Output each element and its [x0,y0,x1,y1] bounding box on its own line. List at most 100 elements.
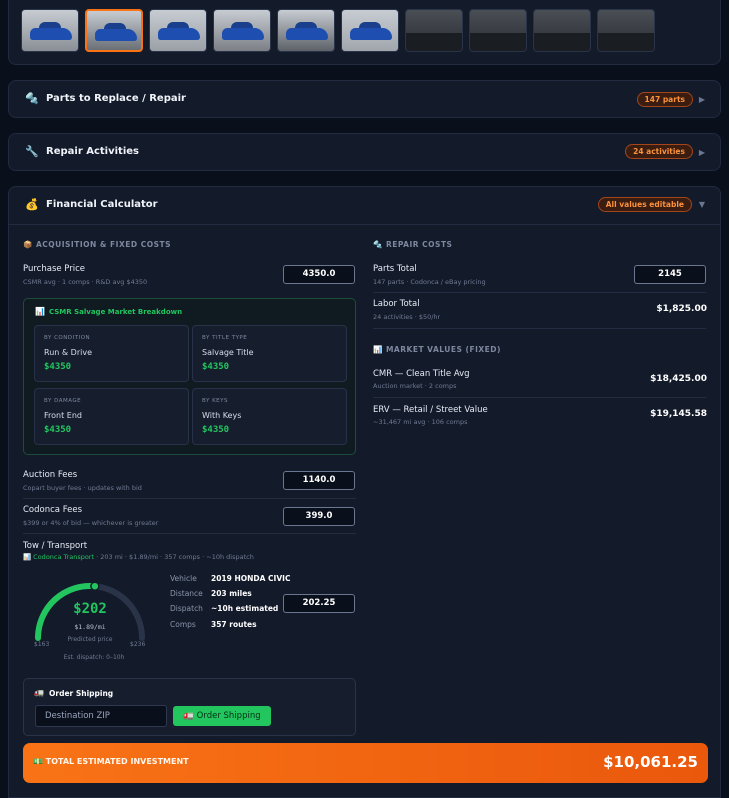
csmr-title: CSMR Salvage Market Breakdown [49,308,183,316]
order-shipping-button[interactable]: 🚛 Order Shipping [173,706,271,726]
chart-icon: 📊 [373,345,383,354]
truck-icon: 🚛 [183,711,194,721]
repair-activities-section-header[interactable]: 🔧 Repair Activities 24 activities ▶ [8,133,721,171]
detail-distance-value: 203 miles [211,589,252,598]
money-bag-icon: 💰 [25,198,39,211]
predicted-caption: Predicted price [67,636,113,643]
car-photo-10[interactable] [597,9,655,52]
detail-vehicle-key: Vehicle [170,574,197,583]
labor-total-sub: 24 activities · $50/hr [373,313,441,321]
activities-count-badge: 24 activities [625,144,693,159]
detail-dispatch-value: ~10h estimated [211,604,279,613]
financial-calculator-header[interactable]: 💰 Financial Calculator All values editab… [9,187,720,224]
cell-price: $4350 [202,425,230,435]
car-photo-7[interactable] [405,9,463,52]
car-photo-6[interactable] [341,9,399,52]
parts-total-input[interactable]: 2145 [634,265,706,284]
cash-icon: 💵 [33,757,43,766]
repair-costs-heading: 🔩 REPAIR COSTS [373,240,453,249]
divider [23,533,356,534]
gauge-max: $236 [130,641,146,648]
parts-total-sub: 147 parts · Codonca / eBay pricing [373,278,486,286]
codonca-fees-input[interactable]: 399.0 [283,507,355,526]
car-photo-9[interactable] [533,9,591,52]
divider [373,328,706,329]
total-value: $10,061.25 [603,753,698,771]
dispatch-estimate: Est. dispatch: 0–10h [63,654,125,661]
gauge-min: $163 [34,641,50,648]
detail-comps-value: 357 routes [211,620,257,629]
section-title: Parts to Replace / Repair [46,93,186,104]
csmr-breakdown: 📊 CSMR Salvage Market Breakdown BY CONDI… [23,298,356,455]
box-icon: 📦 [23,240,33,249]
divider [373,292,706,293]
labor-total-label: Labor Total [373,299,420,309]
car-photo-8[interactable] [469,9,527,52]
car-photo-1[interactable] [21,9,79,52]
section-title: Financial Calculator [46,199,158,210]
expand-arrow-icon[interactable]: ▶ [699,148,705,157]
parts-section-header[interactable]: 🔩 Parts to Replace / Repair 147 parts ▶ [8,80,721,118]
cell-key: BY DAMAGE [44,398,82,404]
car-photo-5[interactable] [277,9,335,52]
price-per-mile: $1.89/mi [74,623,106,631]
editable-badge: All values editable [597,197,692,212]
destination-zip-input[interactable]: Destination ZIP [35,705,167,727]
auction-fees-input[interactable]: 1140.0 [283,471,355,490]
chart-icon: 📊 [35,307,45,316]
purchase-price-input[interactable]: 4350.0 [283,265,355,284]
expand-arrow-icon[interactable]: ▶ [699,95,705,104]
tow-transport-label: Tow / Transport [23,541,88,551]
cell-key: BY TITLE TYPE [202,335,248,341]
photo-gallery [8,0,721,65]
car-photo-2[interactable] [85,9,143,52]
cmr-value: $18,425.00 [650,374,707,384]
tow-transport-sub: 📊 Codonca Transport · 203 mi · $1.89/mi … [23,553,254,561]
auction-fees-label: Auction Fees [23,470,78,480]
csmr-cell-title-type: BY TITLE TYPE Salvage Title $4350 [192,325,347,382]
truck-icon: 🚛 [34,688,44,697]
divider [23,498,356,499]
labor-total-value: $1,825.00 [656,304,707,314]
cmr-label: CMR — Clean Title Avg [373,369,470,379]
codonca-fees-label: Codonca Fees [23,505,83,515]
predicted-price: $202 [73,601,107,617]
detail-dispatch-key: Dispatch [170,604,203,613]
detail-vehicle-value: 2019 HONDA CIVIC [211,574,291,583]
csmr-cell-damage: BY DAMAGE Front End $4350 [34,388,189,445]
total-label: 💵 TOTAL ESTIMATED INVESTMENT [33,757,189,766]
order-shipping-box: 🚛 Order Shipping Destination ZIP 🚛 Order… [23,678,356,736]
detail-comps-key: Comps [170,620,196,629]
cell-name: Front End [44,411,82,420]
car-photo-3[interactable] [149,9,207,52]
cell-price: $4350 [44,362,72,372]
codonca-fees-sub: $399 or 4% of bid — whichever is greater [23,519,159,527]
section-title: Repair Activities [46,146,139,157]
financial-calculator: 💰 Financial Calculator All values editab… [8,186,721,798]
tow-transport-input[interactable]: 202.25 [283,594,355,613]
auction-fees-sub: Copart buyer fees · updates with bid [23,484,142,492]
order-shipping-title: Order Shipping [49,689,114,698]
car-photo-4[interactable] [213,9,271,52]
purchase-price-sub: CSMR avg · 1 comps · R&D avg $4350 [23,278,148,286]
cell-key: BY CONDITION [44,335,91,341]
gear-icon: 🔩 [25,92,39,105]
cell-price: $4350 [44,425,72,435]
wrench-icon: 🔧 [25,145,39,158]
erv-sub: ~31,467 mi avg · 106 comps [373,418,468,426]
chart-icon: 📊 [23,553,32,561]
acquisition-heading: 📦 ACQUISITION & FIXED COSTS [23,240,172,249]
detail-distance-key: Distance [170,589,203,598]
erv-value: $19,145.58 [650,409,707,419]
purchase-price-label: Purchase Price [23,264,86,274]
cell-price: $4350 [202,362,230,372]
cell-name: Run & Drive [44,348,92,357]
collapse-arrow-icon[interactable]: ▼ [699,200,705,209]
total-investment-bar: 💵 TOTAL ESTIMATED INVESTMENT $10,061.25 [23,743,708,783]
cell-name: Salvage Title [202,348,254,357]
gear-icon: 🔩 [373,240,383,249]
divider [9,224,720,225]
erv-label: ERV — Retail / Street Value [373,405,488,415]
csmr-cell-condition: BY CONDITION Run & Drive $4350 [34,325,189,382]
divider [373,397,706,398]
